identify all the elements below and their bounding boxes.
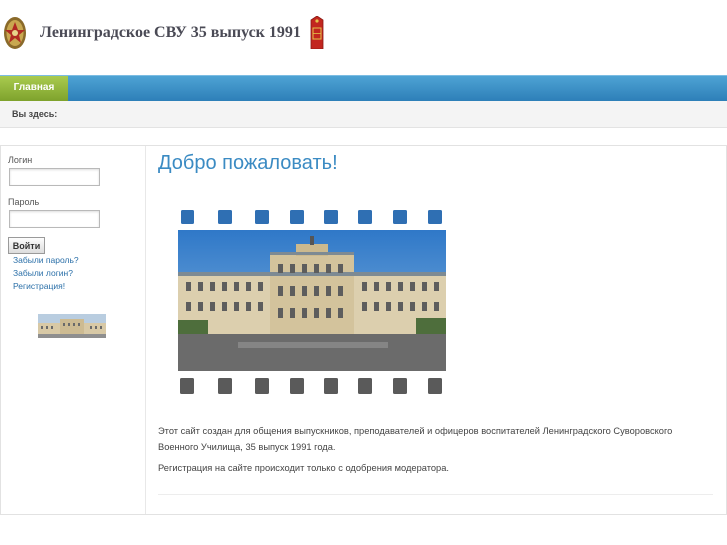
intro-paragraph: Этот сайт создан для общения выпускников… — [158, 426, 673, 452]
login-button[interactable]: Войти — [8, 237, 45, 254]
main-navbar: Главная — [0, 75, 727, 101]
main-content: Добро пожаловать! Этот сайт создан для о… — [146, 146, 726, 514]
password-label: Пароль — [8, 197, 40, 207]
site-header: Ленинградское СВУ 35 выпуск 1991 — [0, 0, 727, 75]
shoulder-strap-icon — [310, 16, 324, 49]
svu-badge-icon — [4, 17, 26, 49]
breadcrumb: Вы здесь: — [0, 101, 727, 128]
page-title: Добро пожаловать! — [158, 152, 338, 174]
filmstrip-photo — [178, 210, 446, 394]
nav-item-home[interactable]: Главная — [0, 76, 68, 101]
site-title: Ленинградское СВУ 35 выпуск 1991 — [40, 24, 301, 41]
username-input[interactable] — [9, 168, 100, 186]
forgot-password-link[interactable]: Забыли пароль? — [13, 255, 79, 265]
password-input[interactable] — [9, 210, 100, 228]
school-building-thumbnail — [38, 314, 106, 338]
forgot-login-link[interactable]: Забыли логин? — [13, 268, 73, 278]
register-link[interactable]: Регистрация! — [13, 281, 65, 291]
registration-note: Регистрация на сайте происходит только с… — [158, 463, 449, 473]
main-container: Логин Пароль Войти Забыли пароль? Забыли… — [0, 145, 727, 515]
sidebar: Логин Пароль Войти Забыли пароль? Забыли… — [1, 146, 146, 514]
username-label: Логин — [8, 155, 33, 165]
content-divider — [158, 494, 713, 495]
breadcrumb-label: Вы здесь: — [12, 109, 58, 119]
